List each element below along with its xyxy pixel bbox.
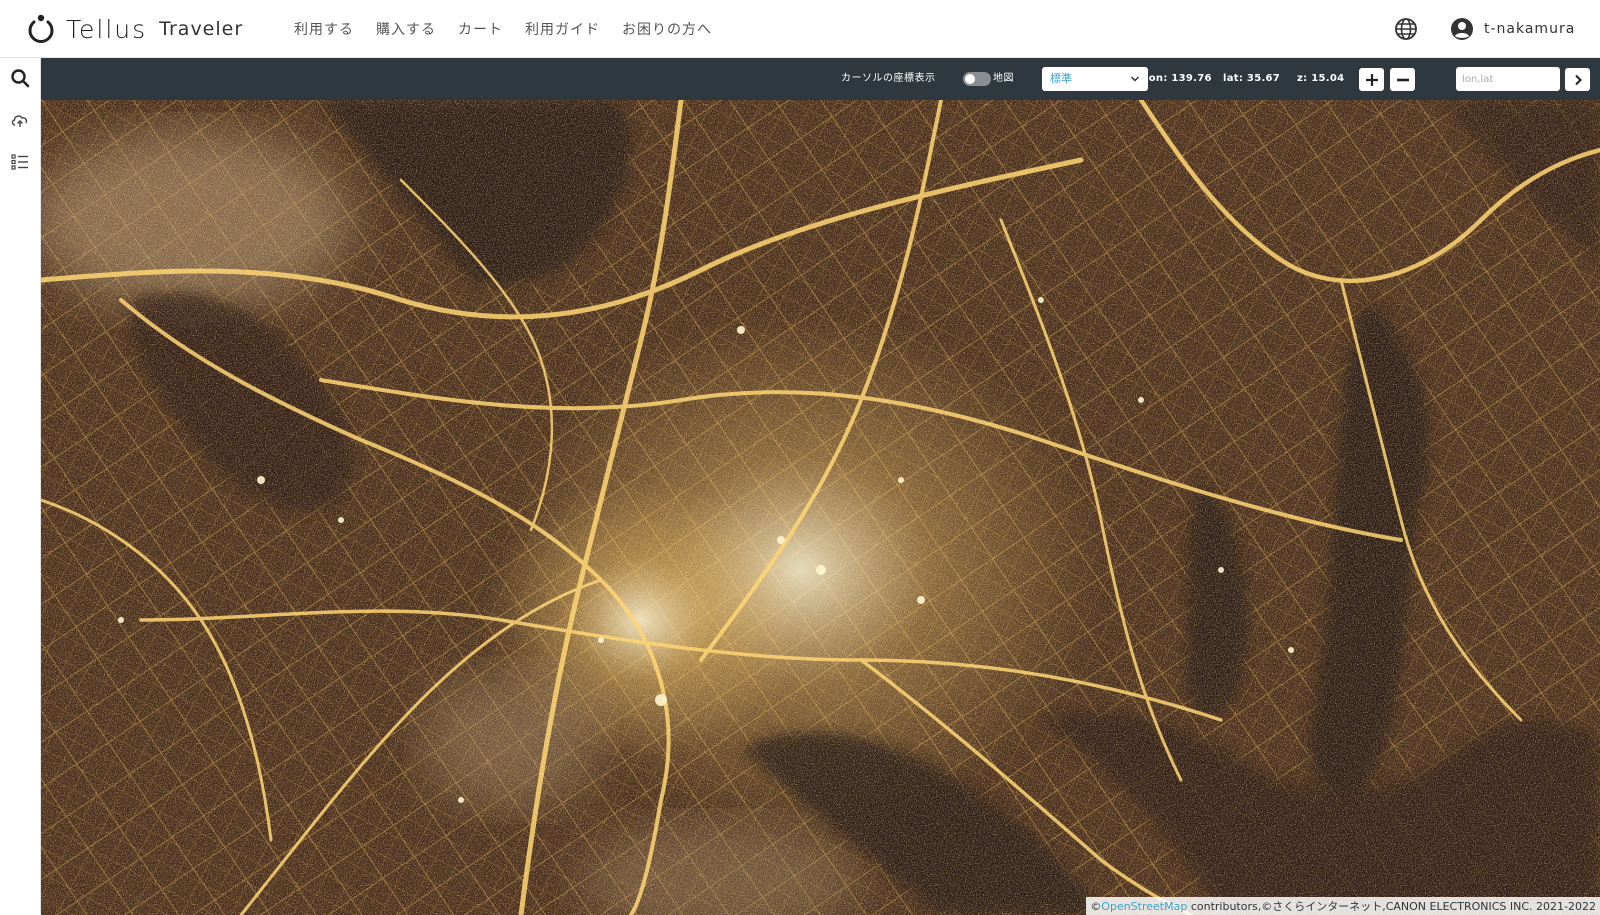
latitude-readout: lat: 35.67 xyxy=(1223,73,1281,84)
logo-wordmark: Tellus xyxy=(66,14,148,44)
attribution-prefix: © xyxy=(1090,900,1102,913)
nav-cart[interactable]: カート xyxy=(458,19,503,39)
plus-icon xyxy=(1365,73,1378,86)
map-style-value: 標準 xyxy=(1050,72,1072,85)
nav-help[interactable]: お困りの方へ xyxy=(622,19,712,39)
user-avatar-icon xyxy=(1451,18,1473,40)
longitude-readout: lon: 139.76 xyxy=(1145,73,1212,84)
user-menu[interactable]: t-nakamura xyxy=(1450,16,1575,42)
list-icon[interactable] xyxy=(8,150,32,174)
top-header: Tellus Traveler 利用する 購入する カート 利用ガイド お困りの… xyxy=(0,0,1600,58)
username: t-nakamura xyxy=(1484,21,1576,37)
coordinate-go-button[interactable] xyxy=(1565,68,1590,91)
satellite-night-imagery xyxy=(41,100,1600,915)
map-style-select[interactable]: 標準 xyxy=(1042,67,1148,91)
zoom-readout: z: 15.04 xyxy=(1297,73,1345,84)
tellus-logo[interactable]: Tellus Traveler xyxy=(26,12,243,46)
search-icon[interactable] xyxy=(8,66,32,90)
main-nav: 利用する 購入する カート 利用ガイド お困りの方へ xyxy=(294,0,712,58)
map-attribution: ©OpenStreetMap contributors,©さくらインターネット,… xyxy=(1086,897,1600,915)
map-canvas[interactable]: ©OpenStreetMap contributors,©さくらインターネット,… xyxy=(41,100,1600,915)
nav-guide[interactable]: 利用ガイド xyxy=(525,19,600,39)
chevron-down-icon xyxy=(1130,76,1140,82)
nav-purchase[interactable]: 購入する xyxy=(376,19,436,39)
cursor-coords-toggle[interactable] xyxy=(963,72,991,86)
language-globe-icon[interactable] xyxy=(1394,17,1418,41)
minus-icon xyxy=(1396,78,1409,81)
openstreetmap-link[interactable]: OpenStreetMap xyxy=(1101,900,1187,913)
nav-use[interactable]: 利用する xyxy=(294,19,354,39)
tellus-logo-icon xyxy=(28,14,54,43)
zoom-in-button[interactable] xyxy=(1359,68,1384,91)
coordinate-search-input[interactable] xyxy=(1456,67,1560,91)
toggle-knob xyxy=(965,74,975,84)
map-style-label: 地図 xyxy=(993,73,1014,84)
map-toolbar: カーソルの座標表示 地図 標準 lon: 139.76 lat: 35.67 z… xyxy=(41,58,1600,100)
logo-subtitle: Traveler xyxy=(159,18,244,40)
left-tool-rail xyxy=(0,58,41,915)
cursor-coords-label: カーソルの座標表示 xyxy=(841,73,936,84)
cloud-upload-icon[interactable] xyxy=(8,108,32,132)
attribution-suffix: contributors,©さくらインターネット,CANON ELECTRONI… xyxy=(1187,900,1596,913)
zoom-out-button[interactable] xyxy=(1390,68,1415,91)
chevron-right-icon xyxy=(1574,74,1582,85)
